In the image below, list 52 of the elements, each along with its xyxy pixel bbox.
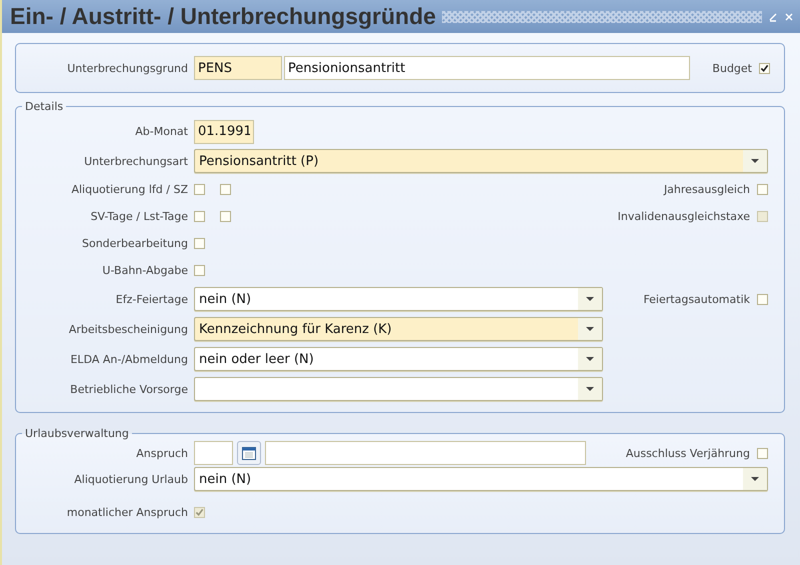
field-label: Ausschluss Verjährung: [626, 446, 750, 460]
dropdown[interactable]: Pensionsantritt (P): [194, 149, 768, 173]
checkbox[interactable]: [194, 265, 205, 276]
dropdown-arrow-icon: [586, 297, 594, 301]
field-label: Invalidenausgleichstaxe: [618, 210, 750, 223]
close-icon[interactable]: [784, 12, 794, 22]
dropdown[interactable]: nein oder leer (N): [194, 347, 603, 371]
dropdown[interactable]: nein (N): [194, 287, 603, 311]
checkbox[interactable]: [194, 184, 205, 195]
calendar-icon: [241, 445, 257, 461]
checkbox[interactable]: [194, 238, 205, 249]
field-label: SV-Tage / Lst-Tage: [90, 210, 189, 223]
minimize-icon[interactable]: [768, 12, 778, 22]
dropdown-arrow-icon: [586, 387, 594, 391]
field-label: Budget: [712, 62, 752, 74]
field-label: Betriebliche Vorsorge: [69, 382, 189, 396]
text-field[interactable]: [265, 441, 586, 465]
field-label: Anspruch: [135, 446, 189, 460]
checkbox[interactable]: [757, 294, 768, 304]
dropdown[interactable]: Kennzeichnung für Karenz (K): [194, 317, 603, 341]
dropdown-arrow-icon: [751, 159, 759, 163]
window-title: Ein- / Austritt- / Unterbrechungsgründe: [10, 3, 436, 30]
field-label: Arbeitsbescheinigung: [68, 322, 189, 336]
checkbox[interactable]: [759, 62, 770, 74]
field-label: monatlicher Anspruch: [66, 506, 189, 518]
field-label: Feiertagsautomatik: [643, 292, 750, 306]
calendar-button[interactable]: [237, 441, 261, 465]
checkbox[interactable]: [220, 184, 231, 195]
dropdown-arrow-icon: [586, 327, 594, 331]
section-legend: Urlaubsverwaltung: [22, 427, 132, 440]
field-label: Efz-Feiertage: [114, 292, 189, 306]
code-field[interactable]: PENS: [194, 56, 282, 80]
dropdown[interactable]: [194, 377, 603, 401]
field-label: ELDA An-/Abmeldung: [69, 352, 189, 366]
checkbox[interactable]: [220, 211, 231, 222]
section-legend: Details: [22, 100, 66, 113]
text-field[interactable]: Pensionionsantritt: [284, 56, 690, 80]
field-label: Sonderbearbeitung: [80, 237, 189, 250]
checkbox[interactable]: [194, 211, 205, 222]
dropdown-arrow-icon: [751, 477, 759, 481]
dropdown[interactable]: nein (N): [194, 467, 768, 491]
field-label: Unterbrechungsart: [83, 154, 189, 168]
field-label: Aliquotierung Urlaub: [73, 472, 189, 486]
days-field[interactable]: [194, 441, 233, 465]
checkbox[interactable]: [757, 448, 768, 458]
field-label: Ab-Monat: [134, 125, 189, 138]
field-label: U-Bahn-Abgabe: [101, 264, 189, 277]
dropdown-arrow-icon: [586, 357, 594, 361]
checkbox[interactable]: [757, 184, 768, 195]
field-label: Jahresausgleich: [664, 183, 750, 196]
field-label: Unterbrechungsgrund: [66, 62, 189, 74]
field-label: Aliquotierung lfd / SZ: [70, 183, 189, 196]
